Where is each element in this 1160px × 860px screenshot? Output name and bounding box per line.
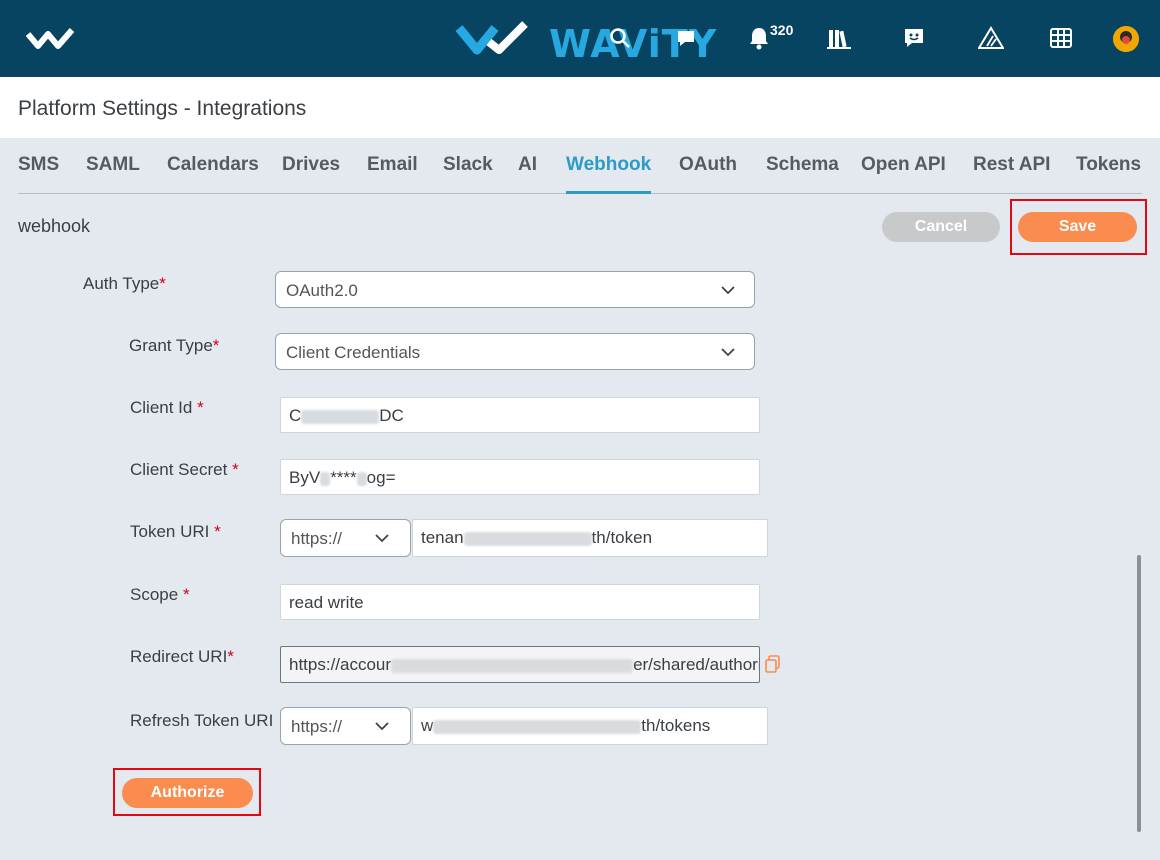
tab-webhook[interactable]: Webhook bbox=[566, 154, 651, 176]
client-secret-input[interactable]: ByV **** og= bbox=[280, 459, 760, 495]
page-title-bar: Platform Settings - Integrations bbox=[0, 77, 1160, 138]
copy-icon[interactable] bbox=[764, 655, 782, 673]
grant-type-label: Grant Type* bbox=[129, 336, 220, 355]
tab-drives[interactable]: Drives bbox=[282, 154, 340, 176]
refresh-token-uri-label: Refresh Token URI bbox=[130, 711, 274, 730]
brand-checkmark-icon bbox=[455, 21, 528, 55]
wavity-small-logo-icon[interactable] bbox=[26, 26, 76, 52]
grant-type-value: Client Credentials bbox=[286, 343, 421, 362]
cancel-button[interactable]: Cancel bbox=[882, 212, 1000, 242]
token-uri-label: Token URI * bbox=[130, 522, 221, 541]
auth-type-select[interactable]: OAuth2.0 bbox=[275, 271, 755, 308]
top-navigation-bar: WAViTY 320 bbox=[0, 0, 1160, 77]
search-icon[interactable] bbox=[606, 24, 634, 52]
client-secret-label: Client Secret * bbox=[130, 460, 239, 479]
refresh-token-uri-protocol-select[interactable]: https:// bbox=[280, 707, 411, 745]
chevron-down-icon bbox=[721, 286, 735, 295]
chevron-down-icon bbox=[721, 348, 735, 357]
user-avatar[interactable] bbox=[1113, 26, 1139, 52]
tab-open-api[interactable]: Open API bbox=[861, 154, 946, 176]
client-id-input[interactable]: C DC bbox=[280, 397, 760, 433]
active-tab-indicator bbox=[566, 191, 651, 194]
scope-label: Scope * bbox=[130, 585, 190, 604]
tab-email[interactable]: Email bbox=[367, 154, 418, 176]
auth-type-label: Auth Type* bbox=[83, 274, 166, 293]
scope-input[interactable]: read write bbox=[280, 584, 760, 620]
tab-slack[interactable]: Slack bbox=[443, 154, 493, 176]
tab-saml[interactable]: SAML bbox=[86, 154, 140, 176]
grid-icon[interactable] bbox=[1047, 24, 1075, 52]
tab-calendars[interactable]: Calendars bbox=[167, 154, 259, 176]
vertical-scrollbar[interactable] bbox=[1137, 555, 1141, 832]
road-map-icon[interactable] bbox=[977, 24, 1005, 52]
chevron-down-icon bbox=[375, 722, 389, 731]
token-uri-input[interactable]: tenan th/token bbox=[412, 519, 768, 557]
tab-sms[interactable]: SMS bbox=[18, 154, 59, 176]
integration-tabs: SMS SAML Calendars Drives Email Slack AI… bbox=[18, 138, 1142, 194]
page-title: Platform Settings - Integrations bbox=[18, 97, 307, 120]
chat-bubble-icon[interactable] bbox=[672, 24, 700, 52]
auth-type-value: OAuth2.0 bbox=[286, 281, 358, 300]
grant-type-select[interactable]: Client Credentials bbox=[275, 333, 755, 370]
chevron-down-icon bbox=[375, 534, 389, 543]
library-icon[interactable] bbox=[825, 24, 853, 52]
token-uri-protocol-select[interactable]: https:// bbox=[280, 519, 411, 557]
feedback-icon[interactable] bbox=[900, 24, 928, 52]
bell-icon[interactable] bbox=[745, 24, 773, 52]
client-id-label: Client Id * bbox=[130, 398, 204, 417]
tab-tokens[interactable]: Tokens bbox=[1076, 154, 1141, 176]
tab-ai[interactable]: AI bbox=[518, 154, 537, 176]
redirect-uri-input[interactable]: https://accour er/shared/authori: bbox=[280, 646, 760, 683]
save-button[interactable]: Save bbox=[1018, 212, 1137, 242]
redirect-uri-label: Redirect URI* bbox=[130, 647, 234, 666]
tab-rest-api[interactable]: Rest API bbox=[973, 154, 1050, 176]
authorize-button[interactable]: Authorize bbox=[122, 778, 253, 808]
tab-schema[interactable]: Schema bbox=[766, 154, 839, 176]
refresh-token-uri-input[interactable]: w th/tokens bbox=[412, 707, 768, 745]
tab-oauth[interactable]: OAuth bbox=[679, 154, 737, 176]
notification-count-badge: 320 bbox=[770, 22, 794, 38]
section-label: webhook bbox=[18, 216, 91, 236]
wavity-brand-logo: WAViTY bbox=[455, 16, 716, 66]
